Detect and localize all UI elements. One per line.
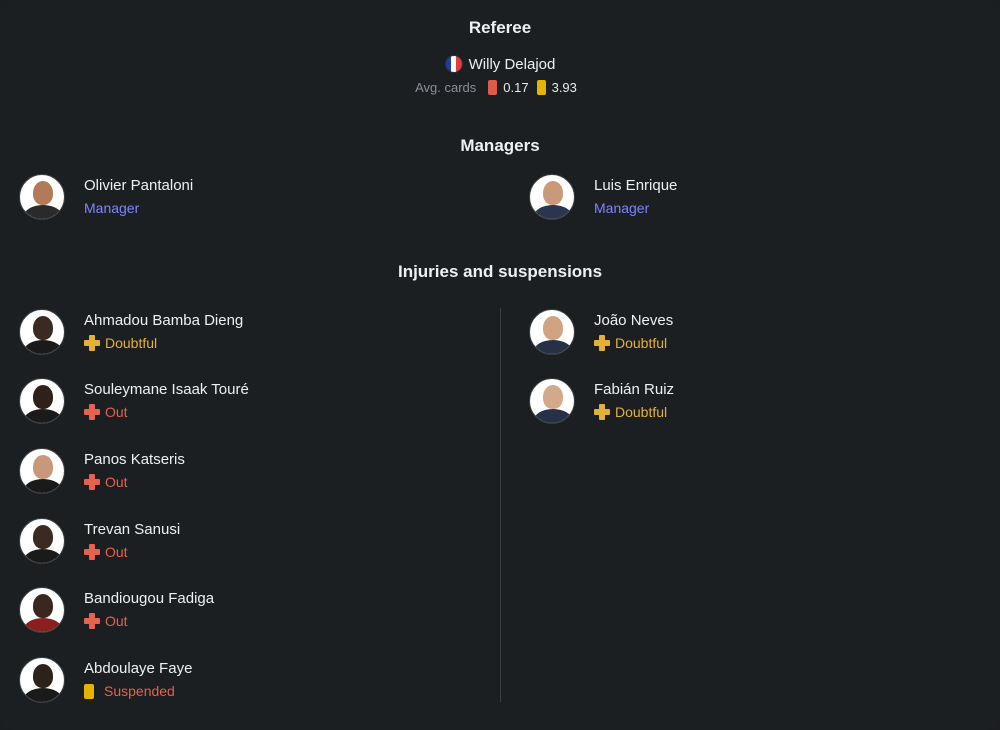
player-name: Panos Katseris <box>84 451 185 468</box>
status-label: Out <box>105 613 128 629</box>
yellow-card-average: 3.93 <box>551 80 577 95</box>
manager-name: Olivier Pantaloni <box>84 177 194 194</box>
status-label: Suspended <box>104 683 175 699</box>
injury-row[interactable]: Fabián Ruiz Doubtful <box>529 378 674 424</box>
injury-row[interactable]: Bandiougou Fadiga Out <box>19 587 214 633</box>
player-name: Bandiougou Fadiga <box>84 590 215 607</box>
out-icon <box>84 404 100 420</box>
referee-card-averages: Avg. cards 0.17 3.93 <box>0 80 1000 95</box>
avg-cards-label: Avg. cards <box>415 80 477 95</box>
status-label: Out <box>105 544 128 560</box>
status: Doubtful <box>594 333 673 353</box>
status: Out <box>84 402 249 422</box>
out-icon <box>84 474 100 490</box>
player-name: Fabián Ruiz <box>594 381 675 398</box>
red-card-icon <box>488 80 498 95</box>
avatar <box>529 309 575 355</box>
manager-name: Luis Enrique <box>594 177 678 194</box>
status: Out <box>84 542 180 562</box>
manager-role: Manager <box>594 200 650 216</box>
france-flag-icon <box>444 55 463 73</box>
avatar <box>529 378 575 424</box>
status-label: Out <box>105 404 128 420</box>
avatar <box>19 448 65 494</box>
injury-row[interactable]: Souleymane Isaak Touré Out <box>19 378 249 424</box>
status-label: Doubtful <box>615 404 668 420</box>
player-name: Abdoulaye Faye <box>84 660 193 677</box>
player-name: João Neves <box>594 312 674 329</box>
injury-row[interactable]: Abdoulaye Faye Suspended <box>19 657 192 703</box>
status-label: Doubtful <box>615 335 668 351</box>
referee-title: Referee <box>468 18 532 37</box>
avatar <box>19 378 65 424</box>
status-label: Out <box>105 474 128 490</box>
player-name: Trevan Sanusi <box>84 521 181 538</box>
column-divider <box>500 308 501 702</box>
injury-row[interactable]: Panos Katseris Out <box>19 448 185 494</box>
status: Out <box>84 472 185 492</box>
status: Doubtful <box>84 333 243 353</box>
avatar <box>19 309 65 355</box>
yellow-card-icon <box>84 683 94 699</box>
injury-row[interactable]: Trevan Sanusi Out <box>19 518 180 564</box>
managers-title: Managers <box>460 136 540 155</box>
referee-row: Willy Delajod <box>0 55 1000 73</box>
home-manager[interactable]: Olivier Pantaloni Manager <box>19 174 193 220</box>
red-card-average: 0.17 <box>503 80 529 95</box>
match-info-panel: Referee Willy Delajod Avg. cards 0.17 3.… <box>0 0 1000 730</box>
injury-row[interactable]: Ahmadou Bamba Dieng Doubtful <box>19 309 243 355</box>
status: Out <box>84 611 214 631</box>
avatar <box>19 587 65 633</box>
manager-role: Manager <box>84 200 140 216</box>
avatar <box>529 174 575 220</box>
avatar <box>19 518 65 564</box>
status: Doubtful <box>594 402 674 422</box>
doubtful-icon <box>594 404 610 420</box>
avatar <box>19 174 65 220</box>
status: Suspended <box>84 681 192 701</box>
injuries-title: Injuries and suspensions <box>397 262 603 281</box>
avatar <box>19 657 65 703</box>
doubtful-icon <box>84 335 100 351</box>
status-label: Doubtful <box>105 335 158 351</box>
doubtful-icon <box>594 335 610 351</box>
referee-name[interactable]: Willy Delajod <box>469 56 556 73</box>
out-icon <box>84 613 100 629</box>
out-icon <box>84 544 100 560</box>
injury-row[interactable]: João Neves Doubtful <box>529 309 673 355</box>
player-name: Ahmadou Bamba Dieng <box>84 312 244 329</box>
away-manager[interactable]: Luis Enrique Manager <box>529 174 677 220</box>
player-name: Souleymane Isaak Touré <box>84 381 249 398</box>
yellow-card-icon <box>536 80 546 95</box>
